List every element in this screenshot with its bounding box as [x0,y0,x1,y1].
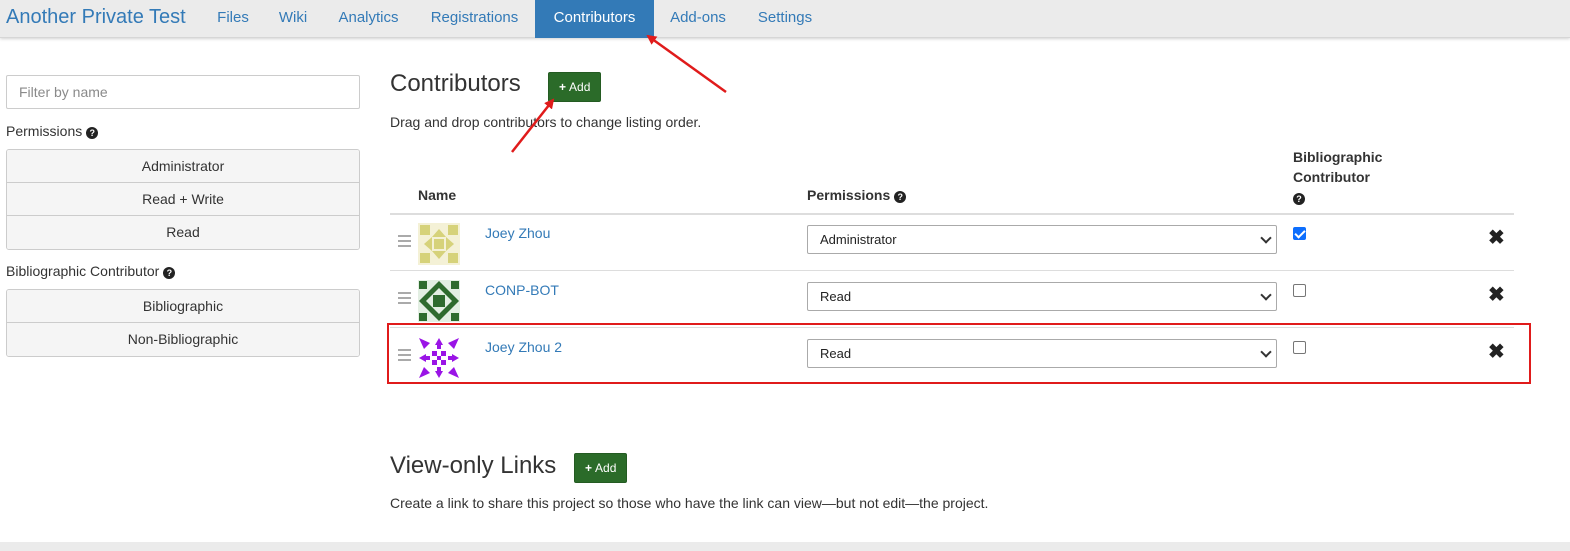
remove-contributor-icon[interactable]: ✖ [1488,285,1505,305]
nav-analytics[interactable]: Analytics [325,0,412,38]
plus-icon: + [585,461,593,475]
chevron-down-icon [1260,232,1272,244]
help-icon[interactable]: ? [894,191,907,203]
avatar [418,223,460,265]
drag-handle-icon[interactable] [398,235,411,247]
add-view-only-link-button[interactable]: + Add [574,453,628,483]
permission-select-value: Administrator [820,232,897,247]
nav-add-ons[interactable]: Add-ons [660,0,736,38]
column-bibliographic-line2: Contributor [1293,169,1370,185]
view-only-links-description: Create a link to share this project so t… [390,495,989,511]
column-permissions: Permissions? [807,187,907,203]
filter-read-write-button[interactable]: Read + Write [7,183,359,216]
drag-handle-icon[interactable] [398,292,411,304]
permission-select-value: Read [820,289,852,304]
remove-contributor-icon[interactable]: ✖ [1488,228,1505,248]
add-view-only-link-label: Add [595,461,617,475]
permission-select[interactable]: Administrator [807,225,1277,254]
column-permissions-label: Permissions [807,187,891,203]
column-bibliographic: Bibliographic Contributor ? [1293,147,1382,207]
drag-drop-hint: Drag and drop contributors to change lis… [390,114,702,130]
chevron-down-icon [1260,289,1272,301]
add-contributor-button[interactable]: + Add [548,72,602,102]
plus-icon: + [559,80,567,94]
top-navbar: Another Private Test Files Wiki Analytic… [0,0,1570,38]
help-icon[interactable]: ? [163,267,176,279]
bibliographic-checkbox[interactable] [1293,227,1306,240]
nav-wiki[interactable]: Wiki [267,0,319,38]
filter-administrator-button[interactable]: Administrator [7,150,359,183]
avatar [418,280,460,322]
bibliographic-filter-heading: Bibliographic Contributor? [6,263,176,279]
column-bibliographic-line1: Bibliographic [1293,149,1383,165]
annotation-highlight-box [387,323,1531,384]
permissions-filter-heading: Permissions? [6,123,99,139]
help-icon[interactable]: ? [86,127,99,139]
project-title-link[interactable]: Another Private Test [6,6,186,29]
row-divider [390,270,1514,271]
permissions-filter-group: Administrator Read + Write Read [6,149,360,250]
help-icon[interactable]: ? [1293,193,1305,205]
nav-contributors[interactable]: Contributors [535,0,654,38]
nav-settings[interactable]: Settings [746,0,824,38]
contributors-heading: Contributors [390,70,521,97]
contributor-name-link[interactable]: Joey Zhou [485,225,550,241]
filter-read-button[interactable]: Read [7,216,359,249]
arrow-to-contributors-tab [646,34,727,94]
nav-files[interactable]: Files [205,0,261,38]
footer-bar [0,542,1570,551]
permission-select[interactable]: Read [807,282,1277,311]
bibliographic-filter-label: Bibliographic Contributor [6,263,160,279]
contributor-name-link[interactable]: CONP-BOT [485,282,559,298]
table-row[interactable]: Joey Zhou Administrator ✖ [390,215,1514,271]
permissions-filter-label: Permissions [6,123,83,139]
nav-registrations[interactable]: Registrations [418,0,531,38]
view-only-links-heading: View-only Links [390,452,557,479]
bibliographic-checkbox[interactable] [1293,284,1306,297]
column-name: Name [418,187,457,203]
filter-by-name-input[interactable] [6,75,360,109]
filter-non-bibliographic-button[interactable]: Non-Bibliographic [7,323,359,356]
table-row[interactable]: CONP-BOT Read ✖ [390,272,1514,328]
add-contributor-label: Add [569,80,591,94]
bibliographic-filter-group: Bibliographic Non-Bibliographic [6,289,360,357]
filter-bibliographic-button[interactable]: Bibliographic [7,290,359,323]
